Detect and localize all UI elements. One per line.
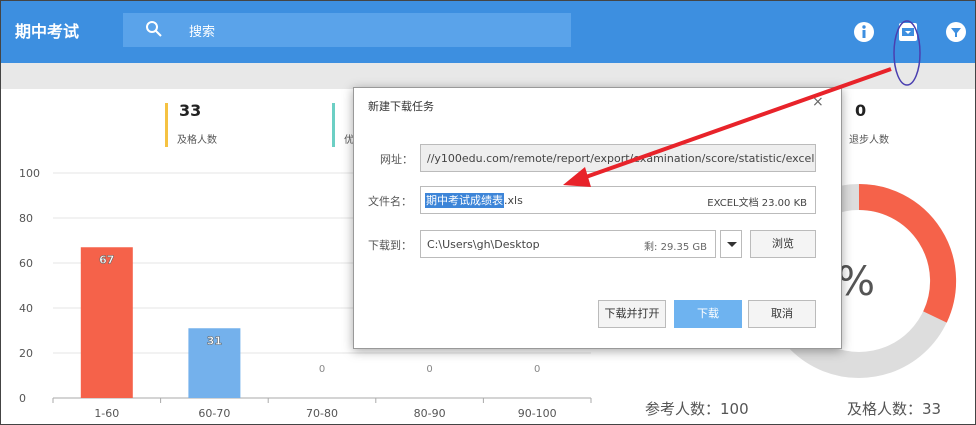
annotation-arrow-head (563, 167, 591, 187)
annotation-ellipse (893, 20, 921, 86)
annotation-arrow-line (582, 67, 892, 180)
browser-window: 期中考试 搜索 33 及格人数 优 0 退步人数 0 20 40 60 80 1… (0, 0, 976, 425)
annotation-overlay (563, 20, 921, 187)
